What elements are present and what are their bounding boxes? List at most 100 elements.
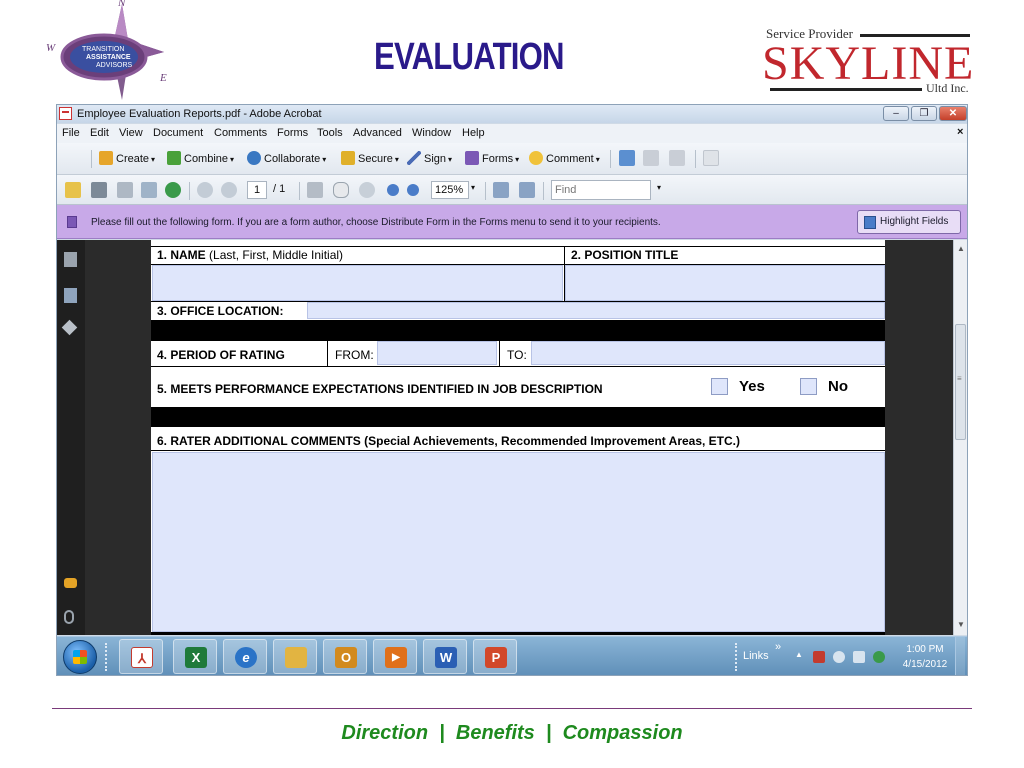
web-capture-icon[interactable] [165, 182, 181, 198]
taskbar-outlook[interactable]: O [323, 639, 367, 674]
forms-icon [465, 151, 479, 165]
clock-date: 4/15/2012 [902, 659, 948, 670]
highlight-fields-button[interactable]: Highlight Fields [857, 210, 961, 234]
menu-window[interactable]: Window [412, 127, 451, 139]
create-button[interactable]: Create ▾ [99, 151, 155, 167]
links-chevron-icon[interactable]: » [775, 641, 781, 653]
create-label: Create [116, 153, 150, 165]
attachments-panel-icon[interactable] [64, 288, 77, 303]
pen-icon [407, 151, 421, 165]
pdf-page: 1. NAME (Last, First, Middle Initial) 2.… [151, 240, 885, 635]
menu-view[interactable]: View [119, 127, 143, 139]
taskbar-acrobat[interactable]: ⅄ [119, 639, 163, 674]
maximize-button[interactable]: ❐ [911, 106, 937, 121]
scroll-up-icon[interactable]: ▲ [957, 244, 965, 253]
zoom-dropdown-icon[interactable]: ▾ [471, 183, 475, 192]
find-dropdown-icon[interactable]: ▾ [657, 183, 661, 192]
yes-checkbox[interactable] [711, 378, 728, 395]
internet-explorer-icon: e [235, 647, 257, 668]
minimize-button[interactable]: – [883, 106, 909, 121]
collaborate-icon [247, 151, 261, 165]
menu-advanced[interactable]: Advanced [353, 127, 402, 139]
from-label: FROM: [335, 348, 374, 362]
comments-icon[interactable] [64, 578, 77, 588]
layers-icon[interactable] [61, 319, 78, 336]
zoom-level-input[interactable]: 125% [431, 181, 469, 199]
toolbar-separator [543, 182, 544, 200]
close-window-button[interactable]: ✕ [939, 106, 967, 121]
page-total: / 1 [273, 183, 286, 195]
taskbar-media-player[interactable]: ▶ [373, 639, 417, 674]
taskbar-excel[interactable]: X [173, 639, 217, 674]
taskbar-internet-explorer[interactable]: e [223, 639, 267, 674]
next-view-icon[interactable] [669, 150, 685, 166]
action-center-icon[interactable] [813, 651, 825, 663]
volume-icon[interactable] [833, 651, 845, 663]
menu-help[interactable]: Help [462, 127, 485, 139]
word-icon: W [435, 647, 457, 668]
close-document-icon[interactable]: × [957, 126, 963, 138]
secure-button[interactable]: Secure ▾ [341, 151, 399, 167]
open-folder-icon[interactable] [65, 182, 81, 198]
zoom-tool-icon[interactable] [359, 182, 375, 198]
collaborate-dropdown-icon: ▾ [322, 155, 327, 164]
combine-button[interactable]: Combine ▾ [167, 151, 234, 167]
position-title-field[interactable] [565, 265, 885, 301]
menu-document[interactable]: Document [153, 127, 203, 139]
previous-page-icon[interactable] [197, 182, 213, 198]
sign-button[interactable]: Sign ▾ [407, 151, 452, 167]
window-titlebar[interactable]: Employee Evaluation Reports.pdf - Adobe … [57, 105, 967, 123]
menu-forms[interactable]: Forms [277, 127, 308, 139]
print-icon[interactable] [91, 182, 107, 198]
name-field[interactable] [152, 265, 563, 301]
links-toolbar[interactable]: Links [743, 650, 769, 662]
zoom-in-icon[interactable] [407, 184, 419, 196]
page-icon[interactable] [703, 150, 719, 166]
office-location-field[interactable] [307, 302, 885, 319]
logo-rule-bottom [770, 88, 922, 91]
save-icon[interactable] [117, 182, 133, 198]
fit-width-icon[interactable] [493, 182, 509, 198]
windows-taskbar: ⅄ X e O ▶ W P Links » ▲ 1:00 PM 4/15/2012 [57, 636, 967, 675]
start-button[interactable] [63, 640, 97, 674]
paperclip-icon[interactable] [64, 610, 74, 624]
page-number-input[interactable]: 1 [247, 181, 267, 199]
tray-grip-icon [735, 643, 741, 671]
taskbar-word[interactable]: W [423, 639, 467, 674]
update-icon[interactable] [873, 651, 885, 663]
menu-file[interactable]: File [62, 127, 80, 139]
fit-page-icon[interactable] [519, 182, 535, 198]
document-view[interactable]: 1. NAME (Last, First, Middle Initial) 2.… [85, 240, 953, 635]
email-icon[interactable] [141, 182, 157, 198]
network-icon[interactable] [853, 651, 865, 663]
collaborate-button[interactable]: Collaborate ▾ [247, 151, 326, 167]
to-date-field[interactable] [531, 341, 885, 365]
footer-rule [52, 708, 972, 709]
from-date-field[interactable] [377, 341, 497, 365]
show-desktop-button[interactable] [955, 637, 965, 675]
show-hidden-icons-icon[interactable]: ▲ [795, 650, 803, 659]
previous-view-icon[interactable] [643, 150, 659, 166]
clock[interactable]: 1:00 PM 4/15/2012 [899, 642, 951, 672]
menu-comments[interactable]: Comments [214, 127, 267, 139]
hand-tool-icon[interactable] [333, 182, 349, 198]
find-input[interactable]: Find [551, 180, 651, 200]
taskbar-powerpoint[interactable]: P [473, 639, 517, 674]
taskbar-windows-explorer[interactable] [273, 639, 317, 674]
menu-tools[interactable]: Tools [317, 127, 343, 139]
comment-button[interactable]: Comment ▾ [529, 151, 600, 167]
toolbar-separator [91, 150, 92, 168]
menu-edit[interactable]: Edit [90, 127, 109, 139]
vertical-scrollbar[interactable]: ▲ ≡ ▼ [953, 240, 967, 635]
rater-comments-field[interactable] [152, 452, 885, 632]
next-page-icon[interactable] [221, 182, 237, 198]
toolbar-separator [695, 150, 696, 168]
scroll-down-icon[interactable]: ▼ [957, 620, 965, 629]
forms-button[interactable]: Forms ▾ [465, 151, 519, 167]
pages-icon[interactable] [64, 252, 77, 267]
zoom-out-icon[interactable] [387, 184, 399, 196]
review-icon[interactable] [619, 150, 635, 166]
select-tool-icon[interactable] [307, 182, 323, 198]
no-checkbox[interactable] [800, 378, 817, 395]
system-tray: Links » ▲ 1:00 PM 4/15/2012 [733, 637, 967, 675]
